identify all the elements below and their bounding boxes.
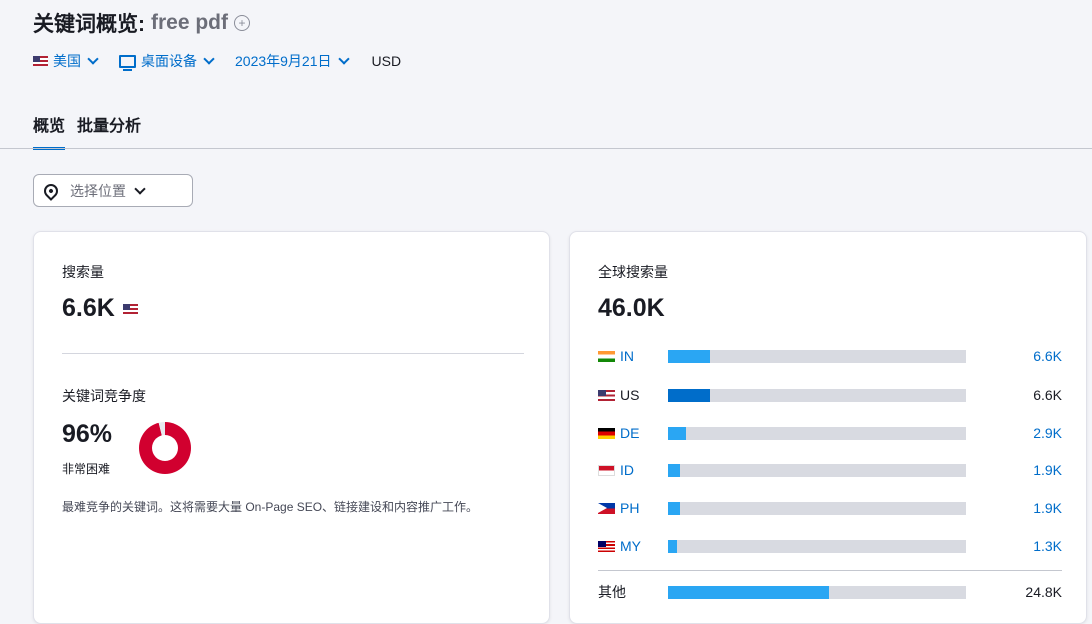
country-row-other: 其他 24.8K: [598, 582, 1062, 602]
date-dropdown[interactable]: 2023年9月21日: [235, 51, 350, 71]
volume-bar: [668, 426, 966, 440]
device-label: 桌面设备: [141, 53, 197, 69]
difficulty-text: 非常困难: [62, 462, 111, 476]
country-code: ID: [620, 462, 634, 478]
country-dropdown[interactable]: 美国: [33, 51, 99, 71]
volume-label: 搜索量: [62, 264, 104, 280]
volume-bar: [668, 463, 966, 477]
tab-bar: 概览 批量分析: [33, 112, 153, 150]
volume-card: 搜索量 6.6K 关键词竞争度 96% 非常困难 最难竞争的关键词。这将需要大量…: [33, 231, 550, 624]
global-volume-card: 全球搜索量 46.0K IN 6.6K US 6.6K DE 2.9K ID 1…: [569, 231, 1087, 624]
chevron-down-icon: [87, 53, 99, 65]
country-code: US: [620, 387, 640, 403]
volume-bar-fill: [668, 349, 710, 363]
difficulty-label: 关键词竞争度: [62, 388, 146, 404]
global-volume-value: 46.0K: [598, 294, 665, 322]
country-volume: 2.9K: [1033, 425, 1062, 441]
us-flag-icon: [122, 303, 138, 314]
country-row-in[interactable]: IN 6.6K: [598, 346, 1062, 366]
tab-overview[interactable]: 概览: [33, 112, 66, 150]
volume-bar: [668, 349, 966, 363]
difficulty-donut: [139, 422, 191, 474]
volume-value: 6.6K: [62, 294, 115, 322]
country-code: MY: [620, 538, 641, 554]
volume-value-row: 6.6K: [62, 294, 143, 323]
chevron-down-icon: [134, 182, 146, 195]
tab-divider: [0, 148, 1092, 149]
currency-label: USD: [371, 53, 402, 69]
keyword-text: free pdf: [151, 11, 229, 34]
country-volume: 6.6K: [1033, 348, 1062, 364]
card-divider: [62, 353, 524, 354]
other-label: 其他: [598, 584, 626, 600]
tab-bulk-analysis[interactable]: 批量分析: [77, 112, 141, 150]
date-label: 2023年9月21日: [235, 53, 332, 69]
global-volume-label: 全球搜索量: [598, 264, 668, 280]
country-row-de[interactable]: DE 2.9K: [598, 423, 1062, 443]
chevron-down-icon: [203, 53, 215, 65]
country-volume: 1.3K: [1033, 538, 1062, 554]
us-flag-icon: [33, 56, 48, 66]
country-volume: 1.9K: [1033, 500, 1062, 516]
volume-bar-fill: [668, 463, 680, 477]
location-pin-icon: [41, 180, 61, 201]
difficulty-value: 96%: [62, 420, 113, 448]
location-select[interactable]: 选择位置: [33, 174, 193, 207]
other-divider: [598, 570, 1062, 571]
country-row-ph[interactable]: PH 1.9K: [598, 498, 1062, 518]
malaysia-flag-icon: [598, 540, 615, 552]
country-row-id[interactable]: ID 1.9K: [598, 460, 1062, 480]
country-volume: 1.9K: [1033, 462, 1062, 478]
plus-circle-icon[interactable]: +: [234, 15, 251, 31]
volume-bar: [668, 539, 966, 553]
philippines-flag-icon: [598, 502, 615, 514]
country-row-us: US 6.6K: [598, 385, 1062, 405]
volume-bar: [668, 585, 966, 599]
volume-bar-fill: [668, 501, 680, 515]
page-title: 关键词概览: free pdf +: [33, 8, 251, 38]
location-placeholder: 选择位置: [70, 182, 126, 199]
country-code: IN: [620, 348, 634, 364]
other-volume: 24.8K: [1025, 584, 1062, 600]
volume-bar-fill: [668, 426, 686, 440]
country-label: 美国: [53, 53, 81, 69]
chevron-down-icon: [337, 53, 350, 65]
volume-bar: [668, 388, 966, 402]
country-code: PH: [620, 500, 640, 516]
monitor-icon: [119, 54, 136, 71]
india-flag-icon: [598, 350, 615, 362]
germany-flag-icon: [598, 427, 615, 439]
us-flag-icon: [598, 389, 615, 401]
country-code: DE: [620, 425, 640, 441]
indonesia-flag-icon: [598, 464, 615, 476]
device-dropdown[interactable]: 桌面设备: [119, 51, 215, 71]
country-row-my[interactable]: MY 1.3K: [598, 536, 1062, 556]
page-title-text: 关键词概览:: [33, 13, 145, 36]
volume-bar-fill: [668, 539, 677, 553]
difficulty-description: 最难竞争的关键词。这将需要大量 On-Page SEO、链接建设和内容推广工作。: [62, 500, 479, 514]
volume-bar-fill: [668, 585, 829, 599]
volume-bar: [668, 501, 966, 515]
country-volume: 6.6K: [1033, 387, 1062, 403]
filter-bar: 美国 桌面设备 2023年9月21日 USD: [33, 51, 401, 71]
volume-bar-fill: [668, 388, 710, 402]
